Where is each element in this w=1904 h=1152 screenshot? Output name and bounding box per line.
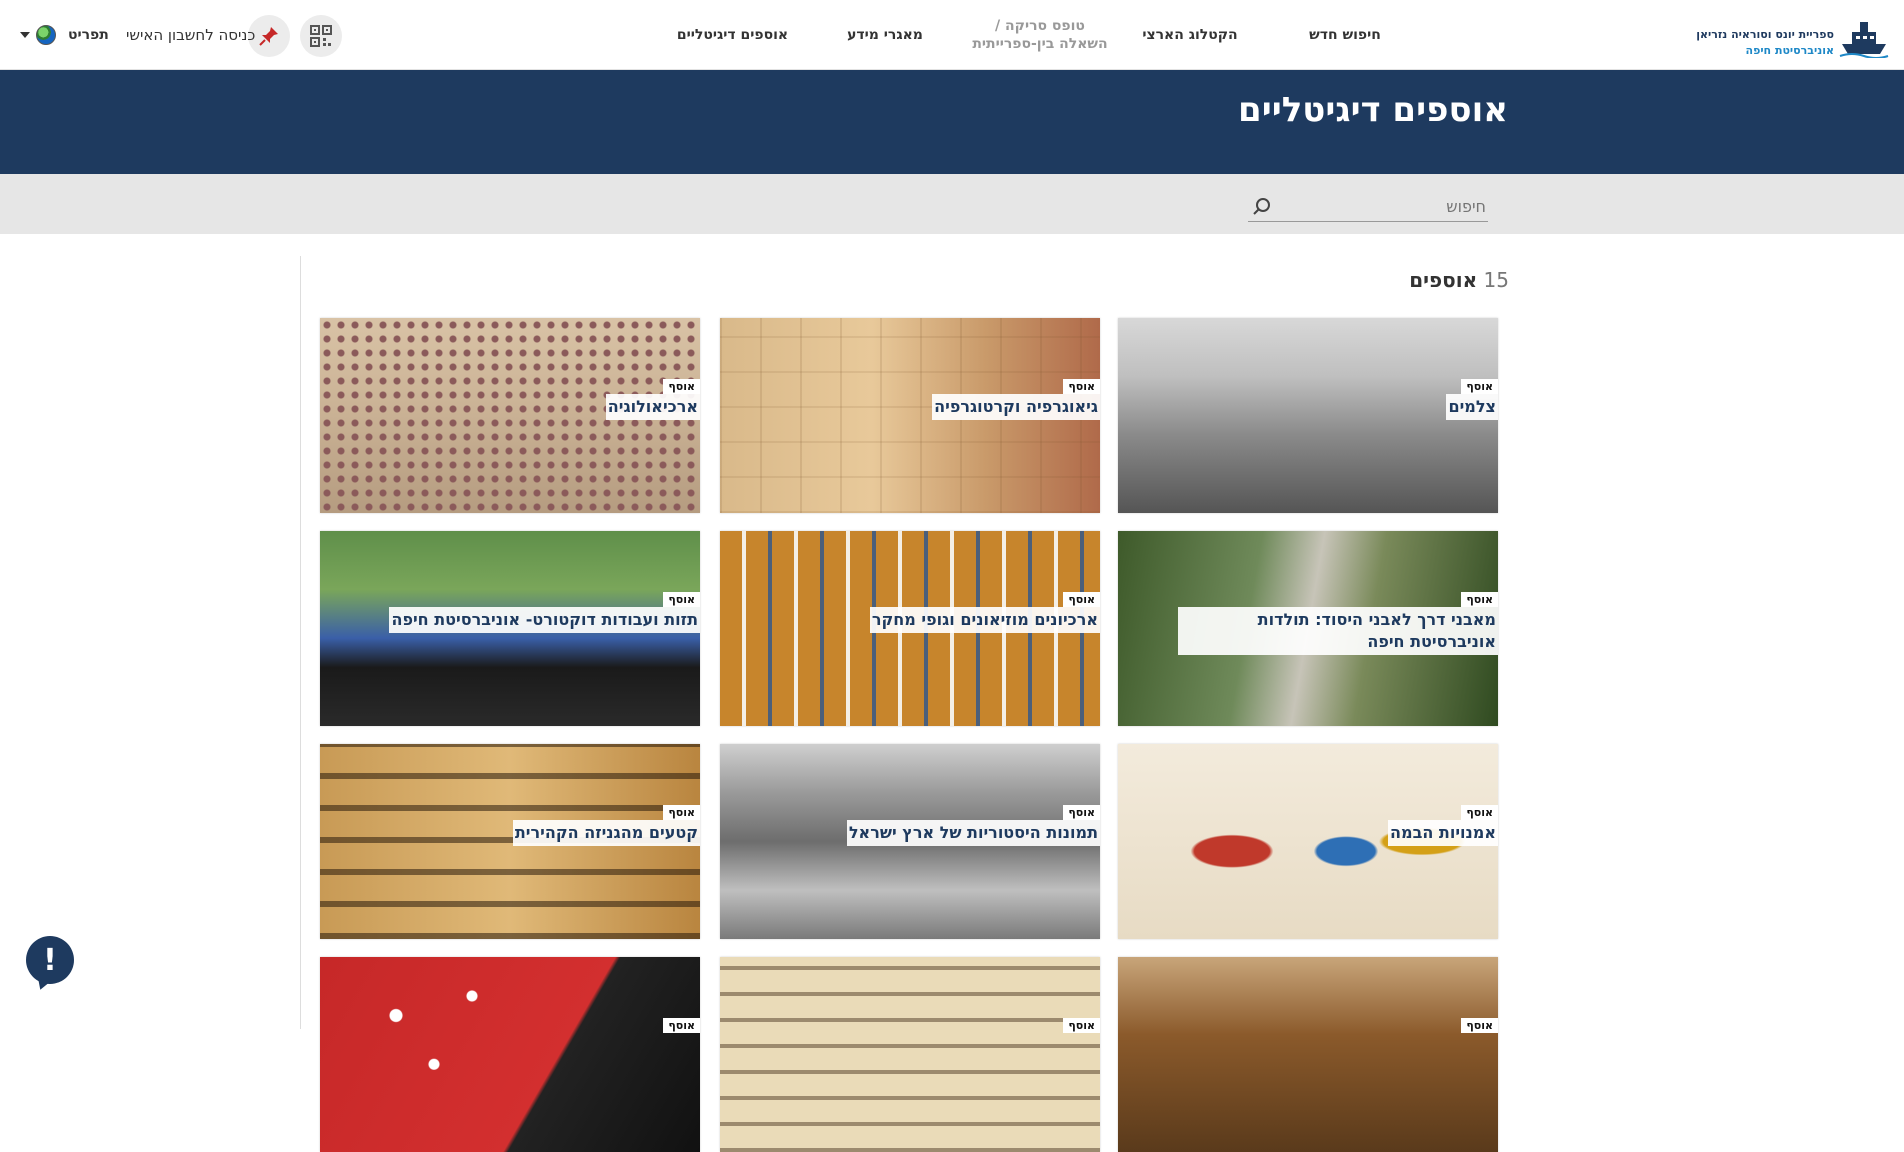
results-count: 15 אוספים bbox=[1409, 268, 1509, 292]
collection-title: ארכיונים מוזיאונים וגופי מחקר bbox=[869, 607, 1100, 633]
collection-badge: אוסף bbox=[1063, 805, 1100, 820]
collection-badge: אוסף bbox=[663, 805, 700, 820]
collection-image-manuscript bbox=[720, 957, 1100, 1152]
results-count-number: 15 bbox=[1483, 268, 1509, 292]
search-input[interactable] bbox=[1288, 192, 1488, 220]
collection-card[interactable]: אוסף תמונות היסטוריות של ארץ ישראל bbox=[720, 744, 1100, 939]
nav-national-catalog[interactable]: הקטלוג הארצי bbox=[1130, 0, 1250, 70]
collection-image-cinema bbox=[320, 957, 700, 1152]
chevron-down-icon bbox=[20, 32, 30, 38]
nav-scan-ill-line1: טופס סריקה / bbox=[995, 18, 1085, 34]
nav-new-search[interactable]: חיפוש חדש bbox=[1290, 0, 1400, 70]
collection-card[interactable]: אוסף תזות ועבודות דוקטורט- אוניברסיטת חי… bbox=[320, 531, 700, 726]
collection-title: מאבני דרך לאבני היסוד: תולדות אוניברסיטת… bbox=[1178, 607, 1498, 655]
content-divider bbox=[300, 256, 301, 1029]
collection-card[interactable]: אוסף ארכיאולוגיה bbox=[320, 318, 700, 513]
collection-image-books bbox=[1118, 957, 1498, 1152]
collection-badge: אוסף bbox=[1063, 592, 1100, 607]
login-link[interactable]: כניסה לחשבון האישי bbox=[126, 26, 255, 44]
library-logo[interactable]: ספריית יונס וסוראיה נזריאן אוניברסיטת חי… bbox=[1696, 14, 1890, 58]
collection-badge: אוסף bbox=[1461, 805, 1498, 820]
collection-badge: אוסף bbox=[663, 379, 700, 394]
collection-title: קטעים מהגניזה הקהירית bbox=[512, 820, 700, 846]
collection-search-bar bbox=[0, 174, 1904, 234]
exclamation-icon: ! bbox=[43, 942, 57, 978]
page-title: אוספים דיגיטליים bbox=[1238, 90, 1508, 130]
nav-scan-ill-form[interactable]: טופס סריקה / השאלה בין-ספרייתית bbox=[960, 0, 1120, 70]
collection-title: צלמים bbox=[1446, 394, 1498, 420]
results-count-label: אוספים bbox=[1409, 268, 1478, 292]
nav-scan-ill-line2: השאלה בין-ספרייתית bbox=[972, 36, 1108, 52]
collection-badge: אוסף bbox=[663, 592, 700, 607]
qr-code-button[interactable] bbox=[300, 15, 342, 57]
nav-databases[interactable]: מאגרי מידע bbox=[830, 0, 940, 70]
search-field bbox=[1248, 192, 1488, 222]
collection-card[interactable]: אוסף bbox=[720, 957, 1100, 1152]
collection-title: תמונות היסטוריות של ארץ ישראל bbox=[846, 820, 1100, 846]
globe-icon bbox=[36, 25, 56, 45]
collection-title: תזות ועבודות דוקטורט- אוניברסיטת חיפה bbox=[389, 607, 700, 633]
collection-image-photographers bbox=[1118, 318, 1498, 513]
collection-title: ארכיאולוגיה bbox=[605, 394, 700, 420]
collection-card[interactable]: אוסף אמנויות הבמה bbox=[1118, 744, 1498, 939]
search-icon[interactable] bbox=[1252, 197, 1272, 217]
menu-label: תפריט bbox=[68, 27, 109, 43]
main-menu-toggle[interactable]: תפריט bbox=[20, 25, 109, 45]
logo-text-university: אוניברסיטת חיפה bbox=[1745, 44, 1834, 57]
collection-card[interactable]: אוסף bbox=[1118, 957, 1498, 1152]
top-navigation-bar: ספריית יונס וסוראיה נזריאן אוניברסיטת חי… bbox=[0, 0, 1904, 70]
collection-card[interactable]: אוסף גיאוגרפיה וקרטוגרפיה bbox=[720, 318, 1100, 513]
pin-icon bbox=[259, 27, 278, 46]
collection-badge: אוסף bbox=[1461, 1018, 1498, 1033]
collection-title: אמנויות הבמה bbox=[1388, 820, 1498, 846]
collection-card[interactable]: אוסף צלמים bbox=[1118, 318, 1498, 513]
collection-badge: אוסף bbox=[663, 1018, 700, 1033]
collection-badge: אוסף bbox=[1461, 379, 1498, 394]
qr-code-icon bbox=[310, 25, 332, 47]
collection-badge: אוסף bbox=[1063, 1018, 1100, 1033]
nav-digital-collections[interactable]: אוספים דיגיטליים bbox=[660, 0, 805, 70]
collection-badge: אוסף bbox=[1461, 592, 1498, 607]
page-banner: אוספים דיגיטליים bbox=[0, 70, 1904, 174]
collection-title: גיאוגרפיה וקרטוגרפיה bbox=[932, 394, 1100, 420]
ship-logo-icon bbox=[1839, 22, 1889, 58]
logo-text-library: ספריית יונס וסוראיה נזריאן bbox=[1696, 28, 1834, 41]
collection-card[interactable]: אוסף קטעים מהגניזה הקהירית bbox=[320, 744, 700, 939]
collection-card[interactable]: אוסף מאבני דרך לאבני היסוד: תולדות אוניב… bbox=[1118, 531, 1498, 726]
collection-card[interactable]: אוסף bbox=[320, 957, 700, 1152]
feedback-button[interactable]: ! bbox=[26, 936, 74, 984]
collection-badge: אוסף bbox=[1063, 379, 1100, 394]
collection-card[interactable]: אוסף ארכיונים מוזיאונים וגופי מחקר bbox=[720, 531, 1100, 726]
